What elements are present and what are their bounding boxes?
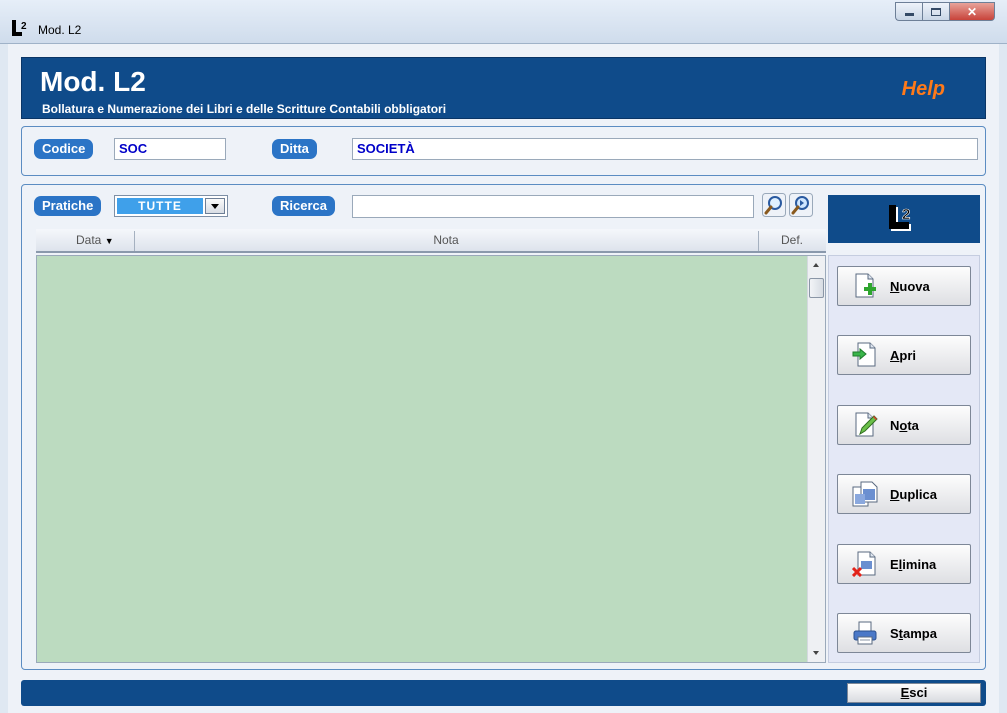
ricerca-label: Ricerca (272, 196, 335, 216)
dropdown-button[interactable] (205, 198, 225, 214)
duplica-button[interactable]: Duplica (837, 474, 971, 514)
practices-grid[interactable] (36, 255, 826, 663)
window-client-area: Mod. L2 Bollatura e Numerazione dei Libr… (8, 44, 999, 713)
edit-note-icon (855, 412, 878, 437)
printer-icon (853, 621, 877, 645)
window-title: Mod. L2 (38, 23, 82, 37)
practices-panel: Pratiche TUTTE Ricerca 2 Data ▼ Nota Def… (21, 184, 986, 670)
delete-document-icon (852, 551, 876, 577)
actions-sidebar: Nuova Apri Nota Duplica Elimina Stampa (828, 255, 980, 663)
svg-text:2: 2 (902, 206, 910, 223)
scroll-down-icon[interactable] (813, 651, 819, 655)
footer-bar: Esci (21, 680, 986, 706)
codice-field[interactable]: SOC (114, 138, 226, 160)
ditta-field[interactable]: SOCIETÀ (352, 138, 978, 160)
elimina-button[interactable]: Elimina (837, 544, 971, 584)
open-document-icon (852, 342, 876, 367)
l2-logo-icon: 2 (889, 205, 911, 231)
maximize-button[interactable] (922, 2, 949, 21)
app-logo-icon: 2 (12, 20, 27, 36)
company-panel: Codice SOC Ditta SOCIETÀ (21, 126, 986, 176)
sort-desc-icon: ▼ (104, 236, 114, 246)
column-header-nota[interactable]: Nota (134, 229, 758, 251)
apri-button[interactable]: Apri (837, 335, 971, 375)
l2-logo: 2 (828, 195, 980, 243)
chevron-down-icon (211, 203, 219, 209)
codice-label: Codice (34, 139, 94, 159)
svg-text:2: 2 (21, 21, 27, 32)
help-link[interactable]: Help (902, 78, 945, 101)
search-input[interactable] (352, 195, 754, 218)
minimize-button[interactable] (895, 2, 922, 21)
search-icon[interactable] (762, 193, 786, 217)
search-next-icon[interactable] (789, 193, 813, 217)
new-document-icon (855, 273, 876, 298)
pratiche-selected-value: TUTTE (117, 198, 203, 214)
maximize-icon (931, 7, 941, 16)
page-subtitle: Bollatura e Numerazione dei Libri e dell… (42, 102, 447, 116)
pratiche-label: Pratiche (34, 196, 102, 216)
nota-button[interactable]: Nota (837, 405, 971, 445)
nuova-button[interactable]: Nuova (837, 266, 971, 306)
scroll-up-icon[interactable] (813, 263, 819, 267)
close-icon: ✕ (966, 4, 978, 19)
window-titlebar: 2 Mod. L2 ✕ (0, 0, 1007, 44)
ditta-label: Ditta (272, 139, 317, 159)
grid-header: Data ▼ Nota Def. (36, 229, 826, 253)
vertical-scrollbar[interactable] (807, 256, 825, 662)
pratiche-select[interactable]: TUTTE (114, 195, 228, 217)
window-controls: ✕ (895, 2, 995, 21)
stampa-button[interactable]: Stampa (837, 613, 971, 653)
minimize-icon (904, 13, 914, 16)
column-header-def[interactable]: Def. (758, 229, 826, 251)
duplicate-icon (852, 481, 878, 507)
header-banner: Mod. L2 Bollatura e Numerazione dei Libr… (21, 57, 986, 119)
page-title: Mod. L2 (40, 66, 146, 97)
column-header-data[interactable]: Data ▼ (76, 229, 114, 251)
scroll-thumb[interactable] (809, 278, 824, 298)
esci-button[interactable]: Esci (847, 683, 981, 703)
close-button[interactable]: ✕ (949, 2, 995, 21)
